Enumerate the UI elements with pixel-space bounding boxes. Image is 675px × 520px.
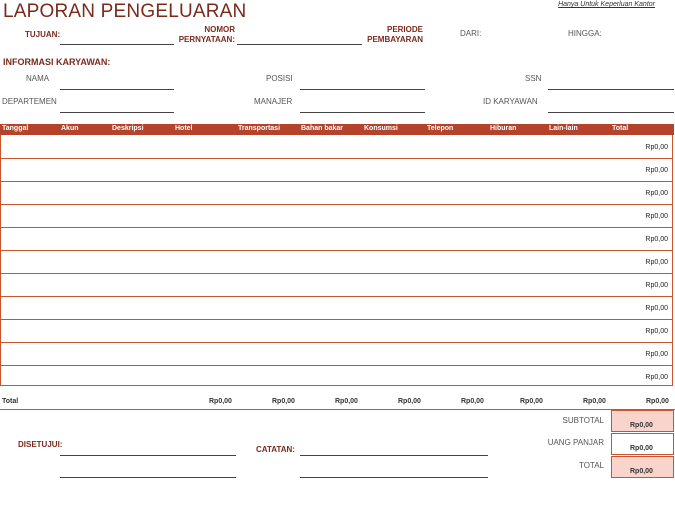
row-total-value: Rp0,00 (645, 190, 668, 197)
catatan-field[interactable] (300, 455, 488, 456)
dari-label: DARI: (460, 29, 482, 38)
row-total-value: Rp0,00 (645, 236, 668, 243)
table-row[interactable]: Rp0,00 (1, 328, 672, 343)
col-header-bahan-bakar: Bahan bakar (301, 125, 344, 132)
catatan-label: CATATAN: (256, 445, 295, 454)
row-total-value: Rp0,00 (645, 259, 668, 266)
table-row[interactable]: Rp0,00 (1, 259, 672, 274)
col-header-transportasi: Transportasi (238, 125, 281, 132)
departemen-field[interactable] (60, 112, 174, 113)
hingga-label: HINGGA: (568, 29, 602, 38)
total-telepon: Rp0,00 (461, 398, 484, 405)
subtotal-box: Rp0,00 (611, 410, 674, 432)
disetujui-field-2[interactable] (60, 477, 236, 478)
periode-label-line2: PEMBAYARAN (367, 35, 423, 44)
ssn-label: SSN (525, 74, 542, 83)
total-box: Rp0,00 (611, 456, 674, 478)
total-label: TOTAL (578, 461, 604, 470)
total-hotel: Rp0,00 (209, 398, 232, 405)
report-title: LAPORAN PENGELUARAN (3, 1, 247, 22)
catatan-field-2[interactable] (300, 477, 488, 478)
nomor-pernyataan-label: NOMOR PERNYATAAN: (170, 25, 235, 45)
disetujui-label: DISETUJUI: (18, 440, 63, 449)
col-header-hiburan: Hiburan (490, 125, 517, 132)
tujuan-field[interactable] (60, 44, 174, 45)
total-konsumsi: Rp0,00 (398, 398, 421, 405)
manajer-field[interactable] (300, 112, 425, 113)
periode-label-line1: PERIODE (386, 25, 423, 34)
row-total-value: Rp0,00 (645, 351, 668, 358)
total-hiburan: Rp0,00 (520, 398, 543, 405)
table-row[interactable]: Rp0,00 (1, 190, 672, 205)
row-total-value: Rp0,00 (645, 144, 668, 151)
disetujui-field[interactable] (60, 455, 236, 456)
departemen-label: DEPARTEMEN (2, 97, 57, 106)
col-header-akun: Akun (61, 125, 79, 132)
posisi-field[interactable] (300, 89, 425, 90)
expense-table-header: Tanggal Akun Deskripsi Hotel Transportas… (0, 124, 674, 135)
table-row[interactable]: Rp0,00 (1, 144, 672, 159)
nomor-label-line2: PERNYATAAN: (178, 35, 235, 44)
row-total-value: Rp0,00 (645, 305, 668, 312)
total-row-label: Total (2, 398, 19, 405)
subtotal-label: SUBTOTAL (562, 416, 605, 425)
col-header-lain-lain: Lain-lain (549, 125, 578, 132)
nomor-label-line1: NOMOR (204, 25, 235, 34)
col-header-total: Total (612, 125, 629, 132)
employee-info-heading: INFORMASI KARYAWAN: (3, 57, 111, 67)
table-row[interactable]: Rp0,00 (1, 213, 672, 228)
nama-field[interactable] (60, 89, 174, 90)
row-total-value: Rp0,00 (645, 282, 668, 289)
col-header-hotel: Hotel (175, 125, 193, 132)
total-bahan-bakar: Rp0,00 (335, 398, 358, 405)
uang-panjar-box[interactable]: Rp0,00 (611, 433, 674, 455)
row-total-value: Rp0,00 (645, 374, 668, 381)
uang-panjar-label: UANG PANJAR (547, 438, 604, 447)
table-row[interactable]: Rp0,00 (1, 236, 672, 251)
expense-table-body: Rp0,00 Rp0,00 Rp0,00 Rp0,00 Rp0,00 Rp0,0… (0, 135, 673, 386)
row-total-value: Rp0,00 (645, 167, 668, 174)
total-value: Rp0,00 (630, 468, 653, 475)
office-use-note: Hanya Untuk Keperluan Kantor (558, 1, 655, 8)
table-row[interactable]: Rp0,00 (1, 167, 672, 182)
id-karyawan-label: ID KARYAWAN (483, 97, 538, 106)
total-transportasi: Rp0,00 (272, 398, 295, 405)
tujuan-label: TUJUAN: (25, 30, 61, 39)
total-lain-lain: Rp0,00 (583, 398, 606, 405)
table-total-row: Total Rp0,00 Rp0,00 Rp0,00 Rp0,00 Rp0,00… (0, 397, 675, 410)
uang-panjar-value: Rp0,00 (630, 445, 653, 452)
nama-label: NAMA (26, 74, 50, 83)
nomor-pernyataan-field[interactable] (237, 44, 362, 45)
row-total-value: Rp0,00 (645, 328, 668, 335)
col-header-telepon: Telepon (427, 125, 454, 132)
periode-pembayaran-label: PERIODE PEMBAYARAN (355, 25, 423, 45)
table-row[interactable]: Rp0,00 (1, 282, 672, 297)
row-total-value: Rp0,00 (645, 213, 668, 220)
table-row[interactable]: Rp0,00 (1, 351, 672, 366)
col-header-deskripsi: Deskripsi (112, 125, 144, 132)
ssn-field[interactable] (548, 89, 674, 90)
col-header-konsumsi: Konsumsi (364, 125, 398, 132)
manajer-label: MANAJER (254, 97, 293, 106)
posisi-label: POSISI (266, 74, 293, 83)
subtotal-value: Rp0,00 (630, 422, 653, 429)
table-row[interactable]: Rp0,00 (1, 305, 672, 320)
col-header-tanggal: Tanggal (2, 125, 29, 132)
total-grand: Rp0,00 (646, 398, 669, 405)
id-karyawan-field[interactable] (548, 112, 674, 113)
